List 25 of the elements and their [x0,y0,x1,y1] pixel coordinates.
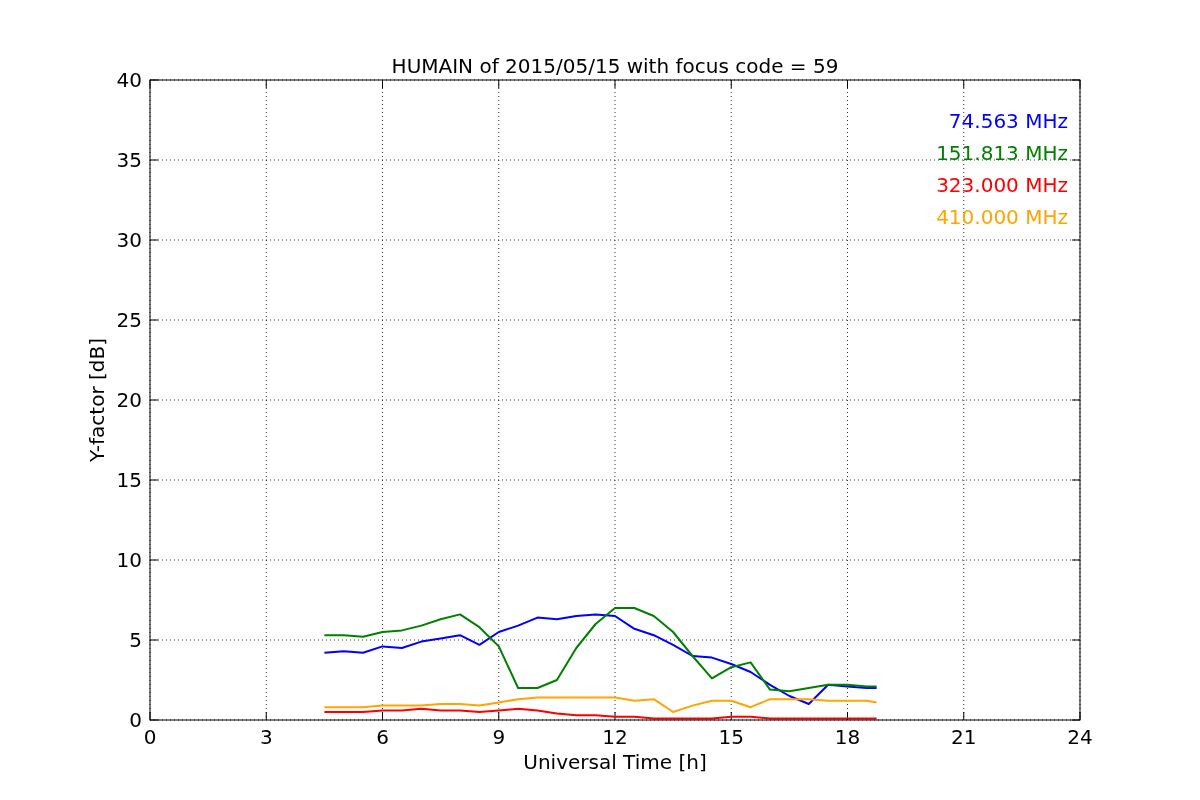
axis-label: Universal Time [h] [523,750,707,774]
tick-label: 0 [129,708,142,732]
tick-label: 15 [718,725,744,749]
axis-label: Y-factor [dB] [85,338,109,462]
tick-label: 0 [143,725,157,749]
tick-label: 6 [376,725,389,749]
chart-title: HUMAIN of 2015/05/15 with focus code = 59 [391,54,839,78]
tick-label: 5 [129,628,142,652]
tick-label: 12 [602,725,628,749]
tick-label: 21 [951,725,977,749]
tick-label: 18 [834,725,861,749]
legend-label: 151.813 MHz [936,141,1068,165]
legend-label: 323.000 MHz [936,173,1068,197]
tick-label: 35 [116,148,142,172]
tick-label: 40 [116,68,142,92]
legend-label: 410.000 MHz [936,205,1068,229]
tick-label: 15 [116,468,142,492]
tick-label: 25 [116,308,142,332]
tick-label: 30 [116,228,142,252]
tick-label: 10 [116,548,142,572]
tick-label: 9 [492,725,506,749]
legend-label: 74.563 MHz [948,109,1068,133]
tick-label: 20 [116,388,142,412]
tick-label: 24 [1067,725,1093,749]
tick-label: 3 [259,725,273,749]
